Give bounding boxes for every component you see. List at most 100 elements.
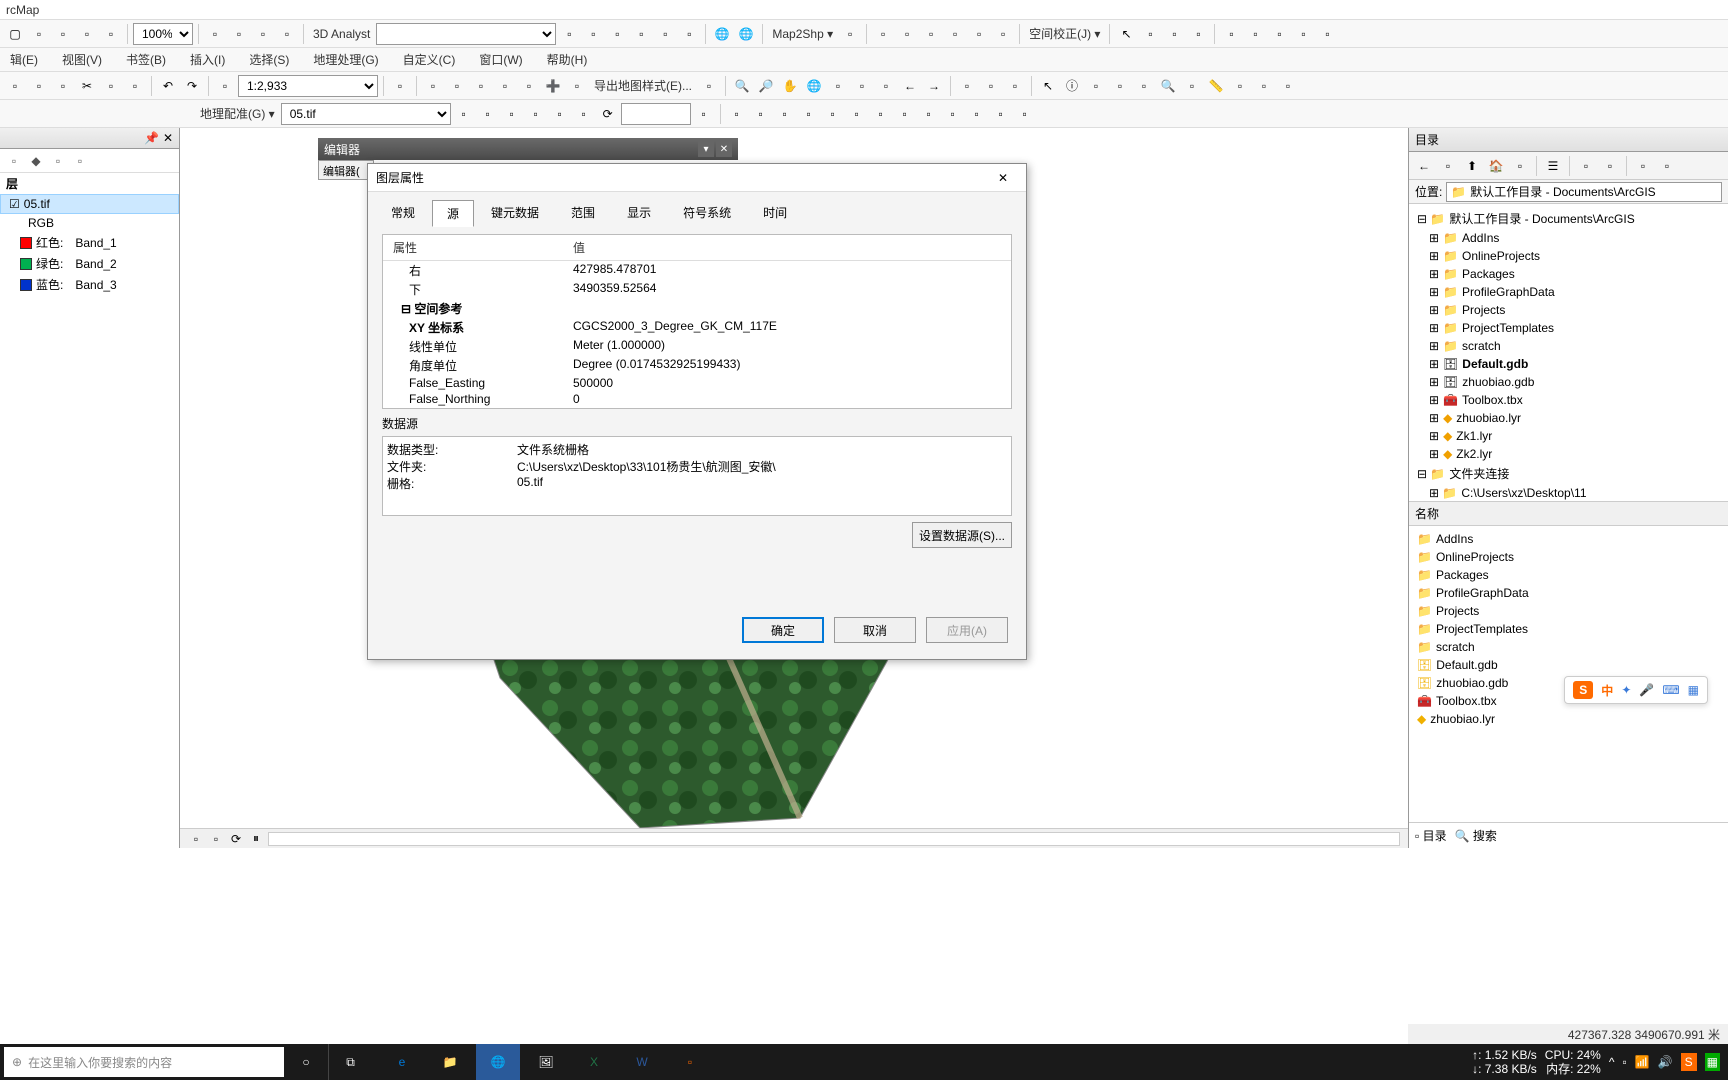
taskbar-search[interactable]: ⊕ 在这里输入你要搜索的内容 — [4, 1047, 284, 1077]
tool-icon[interactable]: ▫ — [582, 23, 604, 45]
property-row[interactable]: 右427985.478701 — [383, 261, 1011, 280]
cut-icon[interactable]: ▫ — [76, 23, 98, 45]
identify-icon[interactable]: ⓘ — [1061, 75, 1083, 97]
tool-icon[interactable]: ▫ — [1229, 75, 1251, 97]
toc-view-icon[interactable]: ▫ — [70, 151, 90, 171]
forward-icon[interactable]: → — [923, 75, 945, 97]
paste-icon[interactable]: ▫ — [52, 23, 74, 45]
add-icon[interactable]: ➕ — [542, 75, 564, 97]
export-style-label[interactable]: 导出地图样式(E)... — [590, 77, 696, 94]
tool-icon[interactable]: ▫ — [389, 75, 411, 97]
tool-icon[interactable]: ▫ — [1632, 155, 1654, 177]
tool-icon[interactable]: ▫ — [214, 75, 236, 97]
tool-icon[interactable]: ▫ — [1187, 23, 1209, 45]
tray-ime-icon[interactable]: S — [1681, 1053, 1697, 1071]
tool-icon[interactable]: ▫ — [942, 103, 964, 125]
find-icon[interactable]: 🔍 — [1157, 75, 1179, 97]
tool-icon[interactable]: ▫ — [573, 103, 595, 125]
zoom-out-icon[interactable]: 🔎 — [755, 75, 777, 97]
toc-band[interactable]: 红色:Band_1 — [0, 232, 179, 253]
properties-table[interactable]: 属性 值 右427985.478701下3490359.52564⊟ 空间参考X… — [382, 234, 1012, 409]
menu-window[interactable]: 窗口(W) — [473, 49, 528, 70]
ime-mic-icon[interactable]: 🎤 — [1639, 683, 1654, 697]
tray-volume-icon[interactable]: 🔊 — [1658, 1055, 1673, 1069]
toc-layer-selected[interactable]: ☑05.tif — [0, 194, 179, 214]
tool-icon[interactable]: ▫ — [28, 75, 50, 97]
menu-insert[interactable]: 插入(I) — [184, 49, 231, 70]
dialog-tab[interactable]: 范围 — [556, 199, 610, 226]
list-item[interactable]: 🗄 Default.gdb — [1413, 656, 1724, 674]
tool-icon[interactable]: ▫ — [1085, 75, 1107, 97]
search-tab[interactable]: 🔍 搜索 — [1455, 827, 1497, 844]
list-item[interactable]: 📁 ProjectTemplates — [1413, 620, 1724, 638]
tray-qr-icon[interactable]: ▦ — [1705, 1053, 1720, 1071]
tool-icon[interactable]: ▫ — [827, 75, 849, 97]
georef-raster-combo[interactable]: 05.tif — [281, 103, 451, 125]
dialog-tab[interactable]: 键元数据 — [476, 199, 554, 226]
tool-icon[interactable]: ▫ — [990, 103, 1012, 125]
word-icon[interactable]: W — [620, 1044, 664, 1080]
tree-item[interactable]: ⊞ 📁 Packages — [1413, 265, 1724, 283]
tool-icon[interactable]: ▫ — [872, 23, 894, 45]
tool-icon[interactable]: ▫ — [1437, 155, 1459, 177]
globe-icon[interactable]: 🌐 — [711, 23, 733, 45]
list-item[interactable]: 📁 AddIns — [1413, 530, 1724, 548]
cut-icon[interactable]: ✂ — [76, 75, 98, 97]
redo-icon[interactable]: ↷ — [181, 75, 203, 97]
new-icon[interactable]: ▢ — [4, 23, 26, 45]
tool-icon[interactable]: ▫ — [518, 75, 540, 97]
property-row[interactable]: 线性单位Meter (1.000000) — [383, 337, 1011, 356]
ime-bar[interactable]: S 中 ✦ 🎤 ⌨ ▦ — [1564, 676, 1708, 704]
edge-icon[interactable]: e — [380, 1044, 424, 1080]
menu-help[interactable]: 帮助(H) — [541, 49, 594, 70]
tool-icon[interactable]: ▫ — [875, 75, 897, 97]
tool-icon[interactable]: ▫ — [446, 75, 468, 97]
tray-wifi-icon[interactable]: 📶 — [1635, 1055, 1650, 1069]
tool-icon[interactable]: ▫ — [726, 103, 748, 125]
tool-icon[interactable]: ▫ — [606, 23, 628, 45]
tool-icon[interactable]: ▫ — [956, 75, 978, 97]
tool-icon[interactable]: ▫ — [4, 75, 26, 97]
dialog-tab[interactable]: 常规 — [376, 199, 430, 226]
tool-icon[interactable]: ▫ — [494, 75, 516, 97]
h-scrollbar[interactable] — [268, 832, 1400, 846]
tree-item[interactable]: ⊞ 📁 ProfileGraphData — [1413, 283, 1724, 301]
tree-item[interactable]: ⊞ 📁 Projects — [1413, 301, 1724, 319]
georef-label[interactable]: 地理配准(G) ▾ — [196, 105, 279, 122]
toc-view-icon[interactable]: ◆ — [26, 151, 46, 171]
tool-icon[interactable]: ▫ — [894, 103, 916, 125]
tool-icon[interactable]: ▫ — [846, 103, 868, 125]
tool-icon[interactable]: ▫ — [477, 103, 499, 125]
map2shp-label[interactable]: Map2Shp ▾ — [768, 27, 837, 41]
list-item[interactable]: 📁 OnlineProjects — [1413, 548, 1724, 566]
tool-icon[interactable]: ▫ — [851, 75, 873, 97]
list-item[interactable]: 📁 Packages — [1413, 566, 1724, 584]
pin-icon[interactable]: 📌 — [144, 131, 159, 145]
tool-icon[interactable]: ▫ — [944, 23, 966, 45]
task-view-icon[interactable]: ⧉ — [328, 1044, 372, 1080]
back-icon[interactable]: ← — [899, 75, 921, 97]
scale-combo[interactable]: 1:2,933 — [238, 75, 378, 97]
catalog-names-list[interactable]: 📁 AddIns📁 OnlineProjects📁 Packages📁 Prof… — [1409, 526, 1728, 823]
tool-icon[interactable]: ▫ — [968, 23, 990, 45]
menu-view[interactable]: 视图(V) — [56, 49, 108, 70]
property-row[interactable]: Central_Meridian117 — [383, 407, 1011, 409]
copy-icon[interactable]: ▫ — [28, 23, 50, 45]
tree-item[interactable]: ⊞ 🗄 Default.gdb — [1413, 355, 1724, 373]
connect-icon[interactable]: ▫ — [1575, 155, 1597, 177]
layout-view-icon[interactable]: ▫ — [208, 831, 224, 847]
refresh-icon[interactable]: ⟳ — [228, 831, 244, 847]
tree-item[interactable]: ⊞ 🧰 Toolbox.tbx — [1413, 391, 1724, 409]
property-row[interactable]: 下3490359.52564 — [383, 280, 1011, 299]
menu-customize[interactable]: 自定义(C) — [397, 49, 462, 70]
ime-keyboard-icon[interactable]: ⌨ — [1662, 683, 1679, 697]
tool-icon[interactable]: ▫ — [992, 23, 1014, 45]
tool-icon[interactable]: ▫ — [839, 23, 861, 45]
tool-icon[interactable]: ▫ — [124, 75, 146, 97]
menu-geoprocessing[interactable]: 地理处理(G) — [307, 49, 384, 70]
tool-icon[interactable]: ▫ — [276, 23, 298, 45]
tool-icon[interactable]: ▫ — [1656, 155, 1678, 177]
set-datasource-button[interactable]: 设置数据源(S)... — [912, 522, 1012, 548]
tool-icon[interactable]: ▫ — [966, 103, 988, 125]
close-icon[interactable]: ✕ — [716, 141, 732, 157]
